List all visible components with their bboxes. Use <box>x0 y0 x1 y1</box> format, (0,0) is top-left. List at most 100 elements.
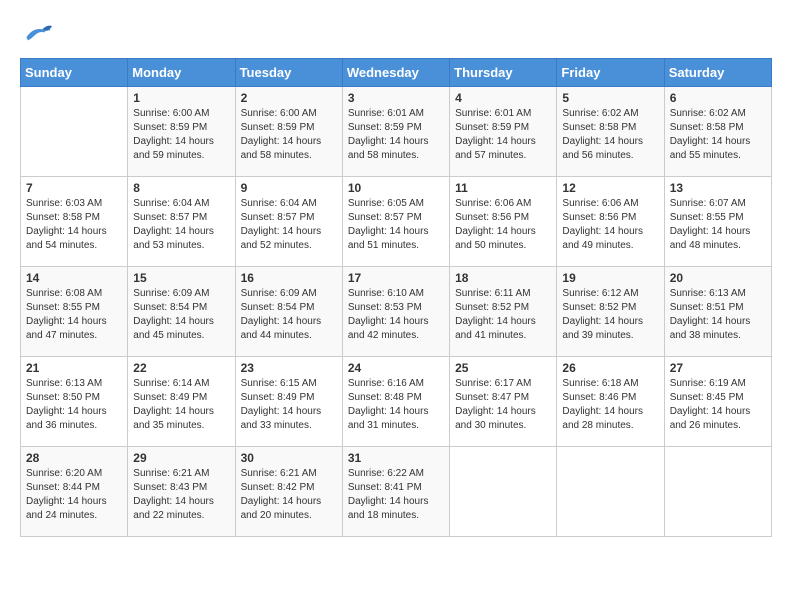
header-day-tuesday: Tuesday <box>235 59 342 87</box>
calendar-week-row: 14 Sunrise: 6:08 AM Sunset: 8:55 PM Dayli… <box>21 267 772 357</box>
logo-icon <box>20 20 52 48</box>
day-info: Sunrise: 6:21 AM Sunset: 8:43 PM Dayligh… <box>133 467 229 523</box>
calendar-cell: 3 Sunrise: 6:01 AM Sunset: 8:59 PM Daylig… <box>342 87 449 177</box>
day-info: Sunrise: 6:18 AM Sunset: 8:46 PM Dayligh… <box>562 377 658 433</box>
day-number: 7 <box>26 181 122 195</box>
day-info: Sunrise: 6:12 AM Sunset: 8:52 PM Dayligh… <box>562 287 658 343</box>
day-number: 21 <box>26 361 122 375</box>
day-info: Sunrise: 6:01 AM Sunset: 8:59 PM Dayligh… <box>455 107 551 163</box>
day-info: Sunrise: 6:01 AM Sunset: 8:59 PM Dayligh… <box>348 107 444 163</box>
day-info: Sunrise: 6:09 AM Sunset: 8:54 PM Dayligh… <box>133 287 229 343</box>
calendar-cell <box>21 87 128 177</box>
calendar-cell: 15 Sunrise: 6:09 AM Sunset: 8:54 PM Dayli… <box>128 267 235 357</box>
calendar-table: SundayMondayTuesdayWednesdayThursdayFrid… <box>20 58 772 537</box>
calendar-cell: 12 Sunrise: 6:06 AM Sunset: 8:56 PM Dayli… <box>557 177 664 267</box>
day-number: 3 <box>348 91 444 105</box>
day-number: 30 <box>241 451 337 465</box>
day-number: 27 <box>670 361 766 375</box>
calendar-cell <box>664 447 771 537</box>
day-number: 6 <box>670 91 766 105</box>
day-info: Sunrise: 6:06 AM Sunset: 8:56 PM Dayligh… <box>562 197 658 253</box>
calendar-cell: 16 Sunrise: 6:09 AM Sunset: 8:54 PM Dayli… <box>235 267 342 357</box>
day-number: 12 <box>562 181 658 195</box>
calendar-cell: 6Sunrise: 6:02 AM Sunset: 8:58 PM Daylig… <box>664 87 771 177</box>
header-day-saturday: Saturday <box>664 59 771 87</box>
calendar-cell: 28 Sunrise: 6:20 AM Sunset: 8:44 PM Dayli… <box>21 447 128 537</box>
day-info: Sunrise: 6:04 AM Sunset: 8:57 PM Dayligh… <box>241 197 337 253</box>
calendar-cell: 29 Sunrise: 6:21 AM Sunset: 8:43 PM Dayli… <box>128 447 235 537</box>
day-number: 25 <box>455 361 551 375</box>
day-number: 16 <box>241 271 337 285</box>
calendar-cell <box>450 447 557 537</box>
day-info: Sunrise: 6:05 AM Sunset: 8:57 PM Dayligh… <box>348 197 444 253</box>
day-info: Sunrise: 6:08 AM Sunset: 8:55 PM Dayligh… <box>26 287 122 343</box>
calendar-cell: 25 Sunrise: 6:17 AM Sunset: 8:47 PM Dayli… <box>450 357 557 447</box>
day-info: Sunrise: 6:14 AM Sunset: 8:49 PM Dayligh… <box>133 377 229 433</box>
day-info: Sunrise: 6:00 AM Sunset: 8:59 PM Dayligh… <box>241 107 337 163</box>
calendar-cell: 13Sunrise: 6:07 AM Sunset: 8:55 PM Dayli… <box>664 177 771 267</box>
day-number: 26 <box>562 361 658 375</box>
day-number: 2 <box>241 91 337 105</box>
calendar-cell: 31 Sunrise: 6:22 AM Sunset: 8:41 PM Dayli… <box>342 447 449 537</box>
calendar-cell: 27 Sunrise: 6:19 AM Sunset: 8:45 PM Dayli… <box>664 357 771 447</box>
day-number: 22 <box>133 361 229 375</box>
calendar-cell: 9Sunrise: 6:04 AM Sunset: 8:57 PM Daylig… <box>235 177 342 267</box>
calendar-cell: 14 Sunrise: 6:08 AM Sunset: 8:55 PM Dayli… <box>21 267 128 357</box>
day-info: Sunrise: 6:19 AM Sunset: 8:45 PM Dayligh… <box>670 377 766 433</box>
day-number: 18 <box>455 271 551 285</box>
day-number: 10 <box>348 181 444 195</box>
header-day-sunday: Sunday <box>21 59 128 87</box>
day-number: 29 <box>133 451 229 465</box>
day-number: 31 <box>348 451 444 465</box>
calendar-cell: 30Sunrise: 6:21 AM Sunset: 8:42 PM Dayli… <box>235 447 342 537</box>
calendar-cell: 20 Sunrise: 6:13 AM Sunset: 8:51 PM Dayli… <box>664 267 771 357</box>
calendar-week-row: 7 Sunrise: 6:03 AM Sunset: 8:58 PM Daylig… <box>21 177 772 267</box>
header-day-friday: Friday <box>557 59 664 87</box>
day-number: 28 <box>26 451 122 465</box>
day-info: Sunrise: 6:11 AM Sunset: 8:52 PM Dayligh… <box>455 287 551 343</box>
calendar-cell: 23 Sunrise: 6:15 AM Sunset: 8:49 PM Dayli… <box>235 357 342 447</box>
day-number: 19 <box>562 271 658 285</box>
day-info: Sunrise: 6:00 AM Sunset: 8:59 PM Dayligh… <box>133 107 229 163</box>
calendar-week-row: 21Sunrise: 6:13 AM Sunset: 8:50 PM Dayli… <box>21 357 772 447</box>
calendar-cell: 24 Sunrise: 6:16 AM Sunset: 8:48 PM Dayli… <box>342 357 449 447</box>
day-info: Sunrise: 6:17 AM Sunset: 8:47 PM Dayligh… <box>455 377 551 433</box>
day-info: Sunrise: 6:22 AM Sunset: 8:41 PM Dayligh… <box>348 467 444 523</box>
calendar-week-row: 1Sunrise: 6:00 AM Sunset: 8:59 PM Daylig… <box>21 87 772 177</box>
calendar-header-row: SundayMondayTuesdayWednesdayThursdayFrid… <box>21 59 772 87</box>
calendar-cell: 26 Sunrise: 6:18 AM Sunset: 8:46 PM Dayli… <box>557 357 664 447</box>
day-number: 4 <box>455 91 551 105</box>
day-number: 15 <box>133 271 229 285</box>
day-info: Sunrise: 6:16 AM Sunset: 8:48 PM Dayligh… <box>348 377 444 433</box>
calendar-cell: 5 Sunrise: 6:02 AM Sunset: 8:58 PM Daylig… <box>557 87 664 177</box>
day-info: Sunrise: 6:04 AM Sunset: 8:57 PM Dayligh… <box>133 197 229 253</box>
calendar-cell: 17 Sunrise: 6:10 AM Sunset: 8:53 PM Dayli… <box>342 267 449 357</box>
day-info: Sunrise: 6:02 AM Sunset: 8:58 PM Dayligh… <box>562 107 658 163</box>
day-info: Sunrise: 6:03 AM Sunset: 8:58 PM Dayligh… <box>26 197 122 253</box>
day-info: Sunrise: 6:09 AM Sunset: 8:54 PM Dayligh… <box>241 287 337 343</box>
day-number: 20 <box>670 271 766 285</box>
day-info: Sunrise: 6:10 AM Sunset: 8:53 PM Dayligh… <box>348 287 444 343</box>
day-number: 5 <box>562 91 658 105</box>
page-header <box>20 20 772 48</box>
calendar-cell: 2 Sunrise: 6:00 AM Sunset: 8:59 PM Daylig… <box>235 87 342 177</box>
day-info: Sunrise: 6:06 AM Sunset: 8:56 PM Dayligh… <box>455 197 551 253</box>
calendar-cell: 1Sunrise: 6:00 AM Sunset: 8:59 PM Daylig… <box>128 87 235 177</box>
calendar-week-row: 28 Sunrise: 6:20 AM Sunset: 8:44 PM Dayli… <box>21 447 772 537</box>
day-number: 14 <box>26 271 122 285</box>
calendar-cell: 18 Sunrise: 6:11 AM Sunset: 8:52 PM Dayli… <box>450 267 557 357</box>
day-info: Sunrise: 6:20 AM Sunset: 8:44 PM Dayligh… <box>26 467 122 523</box>
calendar-cell: 7 Sunrise: 6:03 AM Sunset: 8:58 PM Daylig… <box>21 177 128 267</box>
day-number: 24 <box>348 361 444 375</box>
calendar-cell <box>557 447 664 537</box>
calendar-cell: 22 Sunrise: 6:14 AM Sunset: 8:49 PM Dayli… <box>128 357 235 447</box>
day-number: 11 <box>455 181 551 195</box>
calendar-cell: 11 Sunrise: 6:06 AM Sunset: 8:56 PM Dayli… <box>450 177 557 267</box>
day-info: Sunrise: 6:13 AM Sunset: 8:51 PM Dayligh… <box>670 287 766 343</box>
calendar-cell: 8Sunrise: 6:04 AM Sunset: 8:57 PM Daylig… <box>128 177 235 267</box>
day-info: Sunrise: 6:15 AM Sunset: 8:49 PM Dayligh… <box>241 377 337 433</box>
day-number: 17 <box>348 271 444 285</box>
day-number: 23 <box>241 361 337 375</box>
header-day-wednesday: Wednesday <box>342 59 449 87</box>
day-number: 13 <box>670 181 766 195</box>
